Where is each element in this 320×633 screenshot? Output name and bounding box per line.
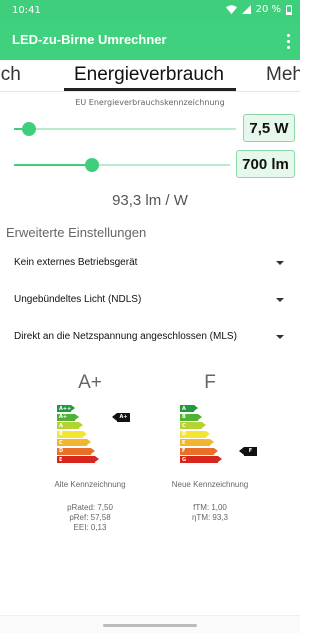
tab-next[interactable]: Meh [266,64,300,86]
energy-class-bar: B [57,430,87,438]
energy-class-bar: A++ [57,405,75,412]
chevron-down-icon [276,261,284,265]
lumen-value-box[interactable]: 700 lm [236,150,295,178]
tab-previous[interactable]: eich [0,64,21,86]
eu-label-heading: EU Energieverbrauchskennzeichnung [75,98,225,107]
mains-dropdown[interactable]: Direkt an die Netzspannung angeschlossen… [0,323,300,353]
energy-class-bar: C [180,422,206,429]
old-label-caption: Alte Kennzeichnung [54,480,126,489]
chevron-down-icon [276,335,284,339]
lumen-slider-fill [14,164,92,166]
energy-class-marker: F [239,446,257,456]
power-slider[interactable] [14,119,236,139]
old-metric-prated: pRated: 7,50 [67,503,113,512]
energy-class-bar: D [57,447,95,455]
energy-class-bar: E [57,456,99,463]
old-label-metrics: pRated: 7,50 pRef: 57,58 EEI: 0,13 [30,503,150,533]
tab-energieverbrauch[interactable]: Energieverbrauch [74,64,224,86]
energy-class-marker: A+ [112,412,130,422]
lumen-slider-thumb[interactable] [85,158,99,172]
new-label-metrics: fTM: 1,00 ηTM: 93,3 [150,503,270,523]
ballast-dropdown[interactable]: Kein externes Betriebsgerät [0,249,300,279]
status-bar: 10:41 20 % [0,0,300,22]
status-time: 10:41 [12,5,41,16]
new-label-caption: Neue Kennzeichnung [171,480,249,489]
new-rating: F [204,372,216,393]
efficiency-value: 93,3 lm / W [112,192,188,209]
chevron-down-icon [276,298,284,302]
energy-class-bar: A+ [57,413,79,421]
battery-percentage: 20 % [255,4,281,15]
energy-class-bar: A [57,422,83,429]
old-metric-pref: pRef: 57,58 [69,513,111,522]
system-nav-bar [0,615,300,633]
lumen-slider[interactable] [14,155,230,175]
old-rating: A+ [78,372,102,393]
status-icons: 20 % [225,4,292,15]
new-metric-etatm: ηTM: 93,3 [191,513,228,522]
advanced-settings-title: Erweiterte Einstellungen [6,225,147,240]
energy-class-bar: A [180,405,198,412]
ballast-dropdown-label: Kein externes Betriebsgerät [14,257,138,268]
light-type-dropdown-label: Ungebündeltes Licht (NDLS) [14,294,142,305]
energy-class-bar: B [180,413,202,421]
light-type-dropdown[interactable]: Ungebündeltes Licht (NDLS) [0,286,300,316]
signal-icon [241,5,251,14]
power-value-box[interactable]: 7,5 W [243,114,295,142]
old-metric-eei: EEI: 0,13 [73,523,107,532]
tab-bar: eich Energieverbrauch Meh [0,60,300,92]
app-bar: LED-zu-Birne Umrechner [0,22,300,60]
battery-icon [286,4,292,15]
new-energy-label-graphic: ABCDEFGF [180,405,270,471]
more-options-icon[interactable] [282,30,294,52]
mains-dropdown-label: Direkt an die Netzspannung angeschlossen… [14,331,237,342]
power-slider-track [14,128,236,130]
app-title: LED-zu-Birne Umrechner [12,32,167,47]
energy-class-bar: C [57,439,91,446]
energy-class-bar: F [180,447,218,455]
tab-indicator [64,88,236,91]
power-slider-thumb[interactable] [22,122,36,136]
energy-class-bar: D [180,430,210,438]
energy-class-bar: G [180,456,222,463]
old-energy-label-graphic: A++ A+ A B C D E A+ [57,405,147,471]
energy-class-bar: E [180,439,214,446]
wifi-icon [225,5,237,14]
home-gesture-handle[interactable] [103,624,197,627]
new-metric-ftm: fTM: 1,00 [193,503,227,512]
